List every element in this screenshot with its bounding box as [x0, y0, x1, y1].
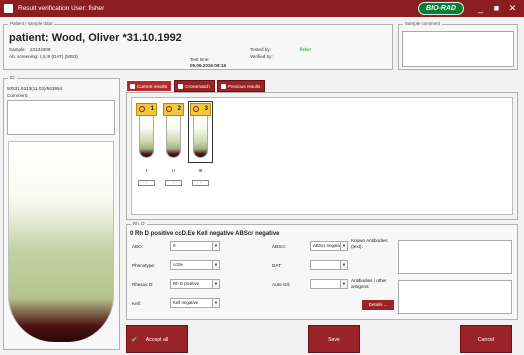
- verified-by-label: Verified by:: [250, 54, 273, 59]
- phenotype-label: Phenotype:: [132, 263, 156, 268]
- abo-value: 0: [173, 243, 176, 248]
- phenotype-select[interactable]: ccDe ▼: [170, 260, 220, 270]
- maximize-button[interactable]: ■: [491, 3, 502, 14]
- tubes-panel: [126, 92, 518, 220]
- test-time-value: 09.06.2016 09:15: [190, 63, 227, 68]
- antibodies-other-field[interactable]: [398, 280, 512, 314]
- abo-select[interactable]: 0 ▼: [170, 241, 220, 251]
- phenotype-value: ccDe: [173, 262, 184, 267]
- sample-comment-field[interactable]: [402, 31, 514, 67]
- chevron-down-icon: ▼: [212, 242, 219, 250]
- abscr-label: ABScr:: [272, 244, 287, 249]
- tubes-viewport: [131, 97, 513, 215]
- ab-screening-label: Ab. screening:: [9, 54, 39, 59]
- tab-current-results[interactable]: Current results: [126, 80, 173, 92]
- comment-label: Comment:: [7, 93, 29, 98]
- tube-cap: 3: [190, 103, 211, 116]
- kell-select[interactable]: Kell negative ▼: [170, 298, 220, 308]
- tab-label: Previous results: [227, 84, 261, 89]
- card-id: 50531.6313(11.03)/563954: [7, 86, 63, 91]
- ab-screening-value: I,II,III (DAT) (5053): [40, 54, 78, 59]
- tube-1-result-select[interactable]: -: [138, 180, 155, 186]
- accept-all-label: Accept all: [145, 337, 169, 343]
- details-button[interactable]: Details ...: [362, 300, 394, 310]
- rhesus-value: Rh D positive: [173, 281, 200, 286]
- tab-label: Current results: [137, 84, 168, 89]
- tube-2-result-select[interactable]: -: [165, 180, 182, 186]
- tube-number: 1: [150, 106, 154, 112]
- tested-by-value: fisher: [300, 47, 312, 52]
- comment-field[interactable]: [7, 100, 115, 135]
- tested-by-label: Tested by:: [250, 47, 271, 52]
- accept-all-button[interactable]: ✔ Accept all: [126, 325, 188, 353]
- patient-name: patient: Wood, Oliver *31.10.1992: [9, 32, 182, 44]
- bio-rad-logo: BIO-RAD: [418, 2, 464, 15]
- window-title: Result verification User: fisher: [18, 5, 105, 12]
- tube-1[interactable]: 1: [136, 103, 157, 161]
- tube-2-label: II: [172, 169, 175, 174]
- crossmatch-icon: [178, 84, 184, 89]
- tube-body: [166, 116, 181, 158]
- chevron-down-icon: ▼: [340, 261, 347, 269]
- app-icon: [4, 4, 13, 13]
- chevron-down-icon: ▼: [212, 261, 219, 269]
- sample-value: 23134309: [30, 47, 51, 52]
- tube-cap: 1: [136, 103, 157, 116]
- tube-1-label: I: [145, 169, 148, 174]
- title-bar: Result verification User: fisher BIO-RAD…: [0, 0, 524, 17]
- result-summary: 0 Rh D positive ccD.Ee Kell negative ABS…: [130, 231, 280, 237]
- kell-label: Kell:: [132, 301, 141, 306]
- tube-cap: 2: [163, 103, 184, 116]
- kell-value: Kell negative: [173, 300, 199, 305]
- chevron-down-icon: ▼: [212, 280, 219, 288]
- tube-3-label: III: [198, 169, 203, 174]
- card-panel-legend: ID: [8, 75, 17, 80]
- tube-3[interactable]: 3: [188, 101, 213, 163]
- chevron-down-icon: ▼: [340, 280, 347, 288]
- previous-results-icon: [220, 84, 226, 89]
- abo-label: ABO:: [132, 244, 143, 249]
- save-button[interactable]: Save: [308, 325, 360, 353]
- rhesus-select[interactable]: Rh D positive ▼: [170, 279, 220, 289]
- tube-body: [193, 116, 208, 158]
- tube-2[interactable]: 2: [163, 103, 184, 161]
- patient-panel: Patient / sample data patient: Wood, Oli…: [3, 21, 393, 70]
- result-panel-legend: Rh. D: [131, 221, 147, 226]
- tube-3-result-select[interactable]: -: [192, 180, 209, 186]
- tab-label: Crossmatch: [185, 84, 210, 89]
- known-antibodies-field[interactable]: [398, 240, 512, 274]
- close-button[interactable]: ✕: [507, 3, 518, 14]
- tube-number: 3: [204, 106, 208, 112]
- minimize-button[interactable]: _: [475, 3, 486, 14]
- abscr-value: ABScr negative: [313, 243, 344, 248]
- chevron-down-icon: ▼: [212, 299, 219, 307]
- rhesus-label: Rhesus D:: [132, 282, 154, 287]
- auto-ctrl-select[interactable]: ▼: [310, 279, 348, 289]
- dat-label: DAT:: [272, 263, 282, 268]
- tab-crossmatch[interactable]: Crossmatch: [174, 80, 215, 92]
- tube-cap-icon: [166, 106, 172, 112]
- tab-previous-results[interactable]: Previous results: [216, 80, 266, 92]
- cancel-button[interactable]: Cancel: [460, 325, 512, 353]
- dat-select[interactable]: ▼: [310, 260, 348, 270]
- auto-ctrl-label: Auto-ctrl:: [272, 282, 291, 287]
- tube-cap-icon: [139, 106, 145, 112]
- known-antibodies-label: Known Antibodies (text):: [351, 238, 388, 249]
- chevron-down-icon: ▼: [340, 242, 347, 250]
- tube-cap-icon: [193, 106, 199, 112]
- patient-panel-legend: Patient / sample data: [8, 21, 55, 26]
- sample-comment-panel: Sample comment: [398, 21, 518, 70]
- results-icon: [130, 84, 135, 89]
- sample-tube-image: [8, 141, 114, 342]
- sample-comment-legend: Sample comment: [403, 21, 443, 26]
- abscr-select[interactable]: ABScr negative ▼: [310, 241, 348, 251]
- tube-body: [139, 116, 154, 158]
- test-time-label: Test time:: [190, 57, 210, 62]
- tube-number: 2: [177, 106, 181, 112]
- check-icon: ✔: [131, 335, 138, 344]
- result-tabs: Current results Crossmatch Previous resu…: [126, 78, 266, 92]
- antibodies-other-label: Antibodies / other antigens:: [351, 278, 387, 289]
- sample-label: Sample:: [9, 47, 26, 52]
